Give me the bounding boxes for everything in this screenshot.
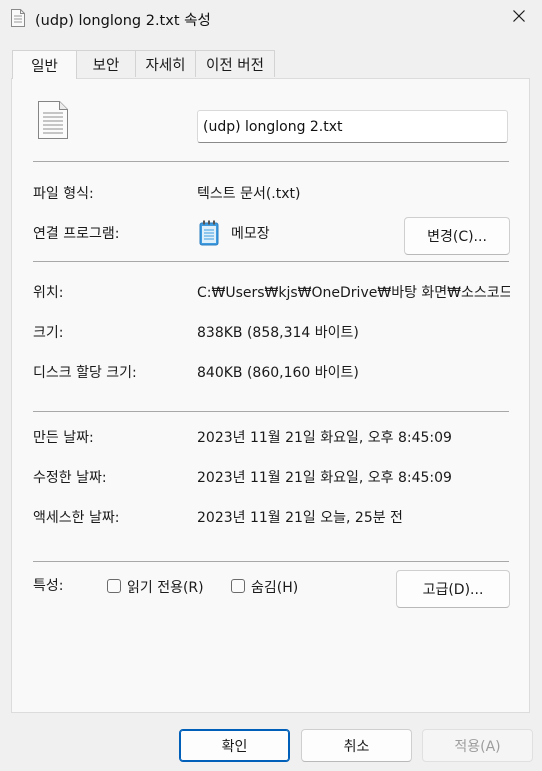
advanced-button-label: 고급(D)... [422, 582, 484, 598]
attributes-label: 특성: [33, 578, 64, 594]
location-value: C:₩Users₩kjs₩OneDrive₩바탕 화면₩소스코드₩ [197, 285, 510, 301]
location-label: 위치: [33, 285, 64, 301]
divider [33, 161, 509, 162]
divider [33, 411, 509, 412]
created-value: 2023년 11월 21일 화요일, 오후 8:45:09 [197, 430, 452, 446]
change-button-label: 변경(C)... [427, 229, 487, 245]
apply-button-label: 적용(A) [454, 738, 501, 755]
hidden-checkbox[interactable] [231, 579, 245, 593]
divider [33, 261, 509, 262]
close-button[interactable] [496, 0, 542, 36]
tab-general-label: 일반 [31, 58, 58, 75]
close-icon [513, 10, 525, 26]
created-label: 만든 날짜: [33, 430, 94, 446]
file-type-value: 텍스트 문서(.txt) [197, 186, 301, 202]
accessed-value: 2023년 11월 21일 오늘, 25분 전 [197, 510, 403, 526]
ok-button-label: 확인 [221, 738, 248, 755]
general-panel: 파일 형식: 텍스트 문서(.txt) 연결 프로그램: 메모장 변경(C)..… [11, 78, 530, 713]
notepad-icon [199, 220, 219, 250]
hidden-label[interactable]: 숨김(H) [251, 577, 298, 597]
tab-security-label: 보안 [92, 57, 120, 74]
tab-general[interactable]: 일반 [12, 50, 77, 79]
opens-with-label: 연결 프로그램: [33, 226, 120, 242]
divider [33, 561, 509, 562]
change-button[interactable]: 변경(C)... [404, 217, 510, 255]
size-label: 크기: [33, 325, 64, 341]
filename-input[interactable] [197, 110, 508, 143]
readonly-checkbox[interactable] [107, 579, 121, 593]
tab-details[interactable]: 자세히 [135, 50, 196, 77]
readonly-label[interactable]: 읽기 전용(R) [127, 577, 204, 597]
size-on-disk-value: 840KB (860,160 바이트) [197, 365, 359, 381]
accessed-label: 액세스한 날짜: [33, 510, 120, 526]
cancel-button-label: 취소 [343, 738, 370, 755]
modified-label: 수정한 날짜: [33, 470, 107, 486]
cancel-button[interactable]: 취소 [301, 729, 412, 762]
tab-security[interactable]: 보안 [76, 50, 136, 77]
ok-button[interactable]: 확인 [179, 729, 290, 762]
advanced-button[interactable]: 고급(D)... [396, 570, 510, 608]
window-title: (udp) longlong 2.txt 속성 [35, 13, 211, 29]
tab-details-label: 자세히 [145, 57, 186, 74]
size-value: 838KB (858,314 바이트) [197, 325, 359, 341]
document-title-icon [11, 9, 25, 27]
tab-previous-versions-label: 이전 버전 [206, 57, 264, 74]
size-on-disk-label: 디스크 할당 크기: [33, 365, 137, 381]
opens-with-value: 메모장 [231, 226, 270, 242]
title-bar: (udp) longlong 2.txt 속성 [0, 0, 542, 36]
document-icon [38, 101, 68, 143]
apply-button[interactable]: 적용(A) [422, 729, 533, 762]
file-type-label: 파일 형식: [33, 186, 94, 202]
tab-previous-versions[interactable]: 이전 버전 [195, 50, 275, 77]
modified-value: 2023년 11월 21일 화요일, 오후 8:45:09 [197, 470, 452, 486]
